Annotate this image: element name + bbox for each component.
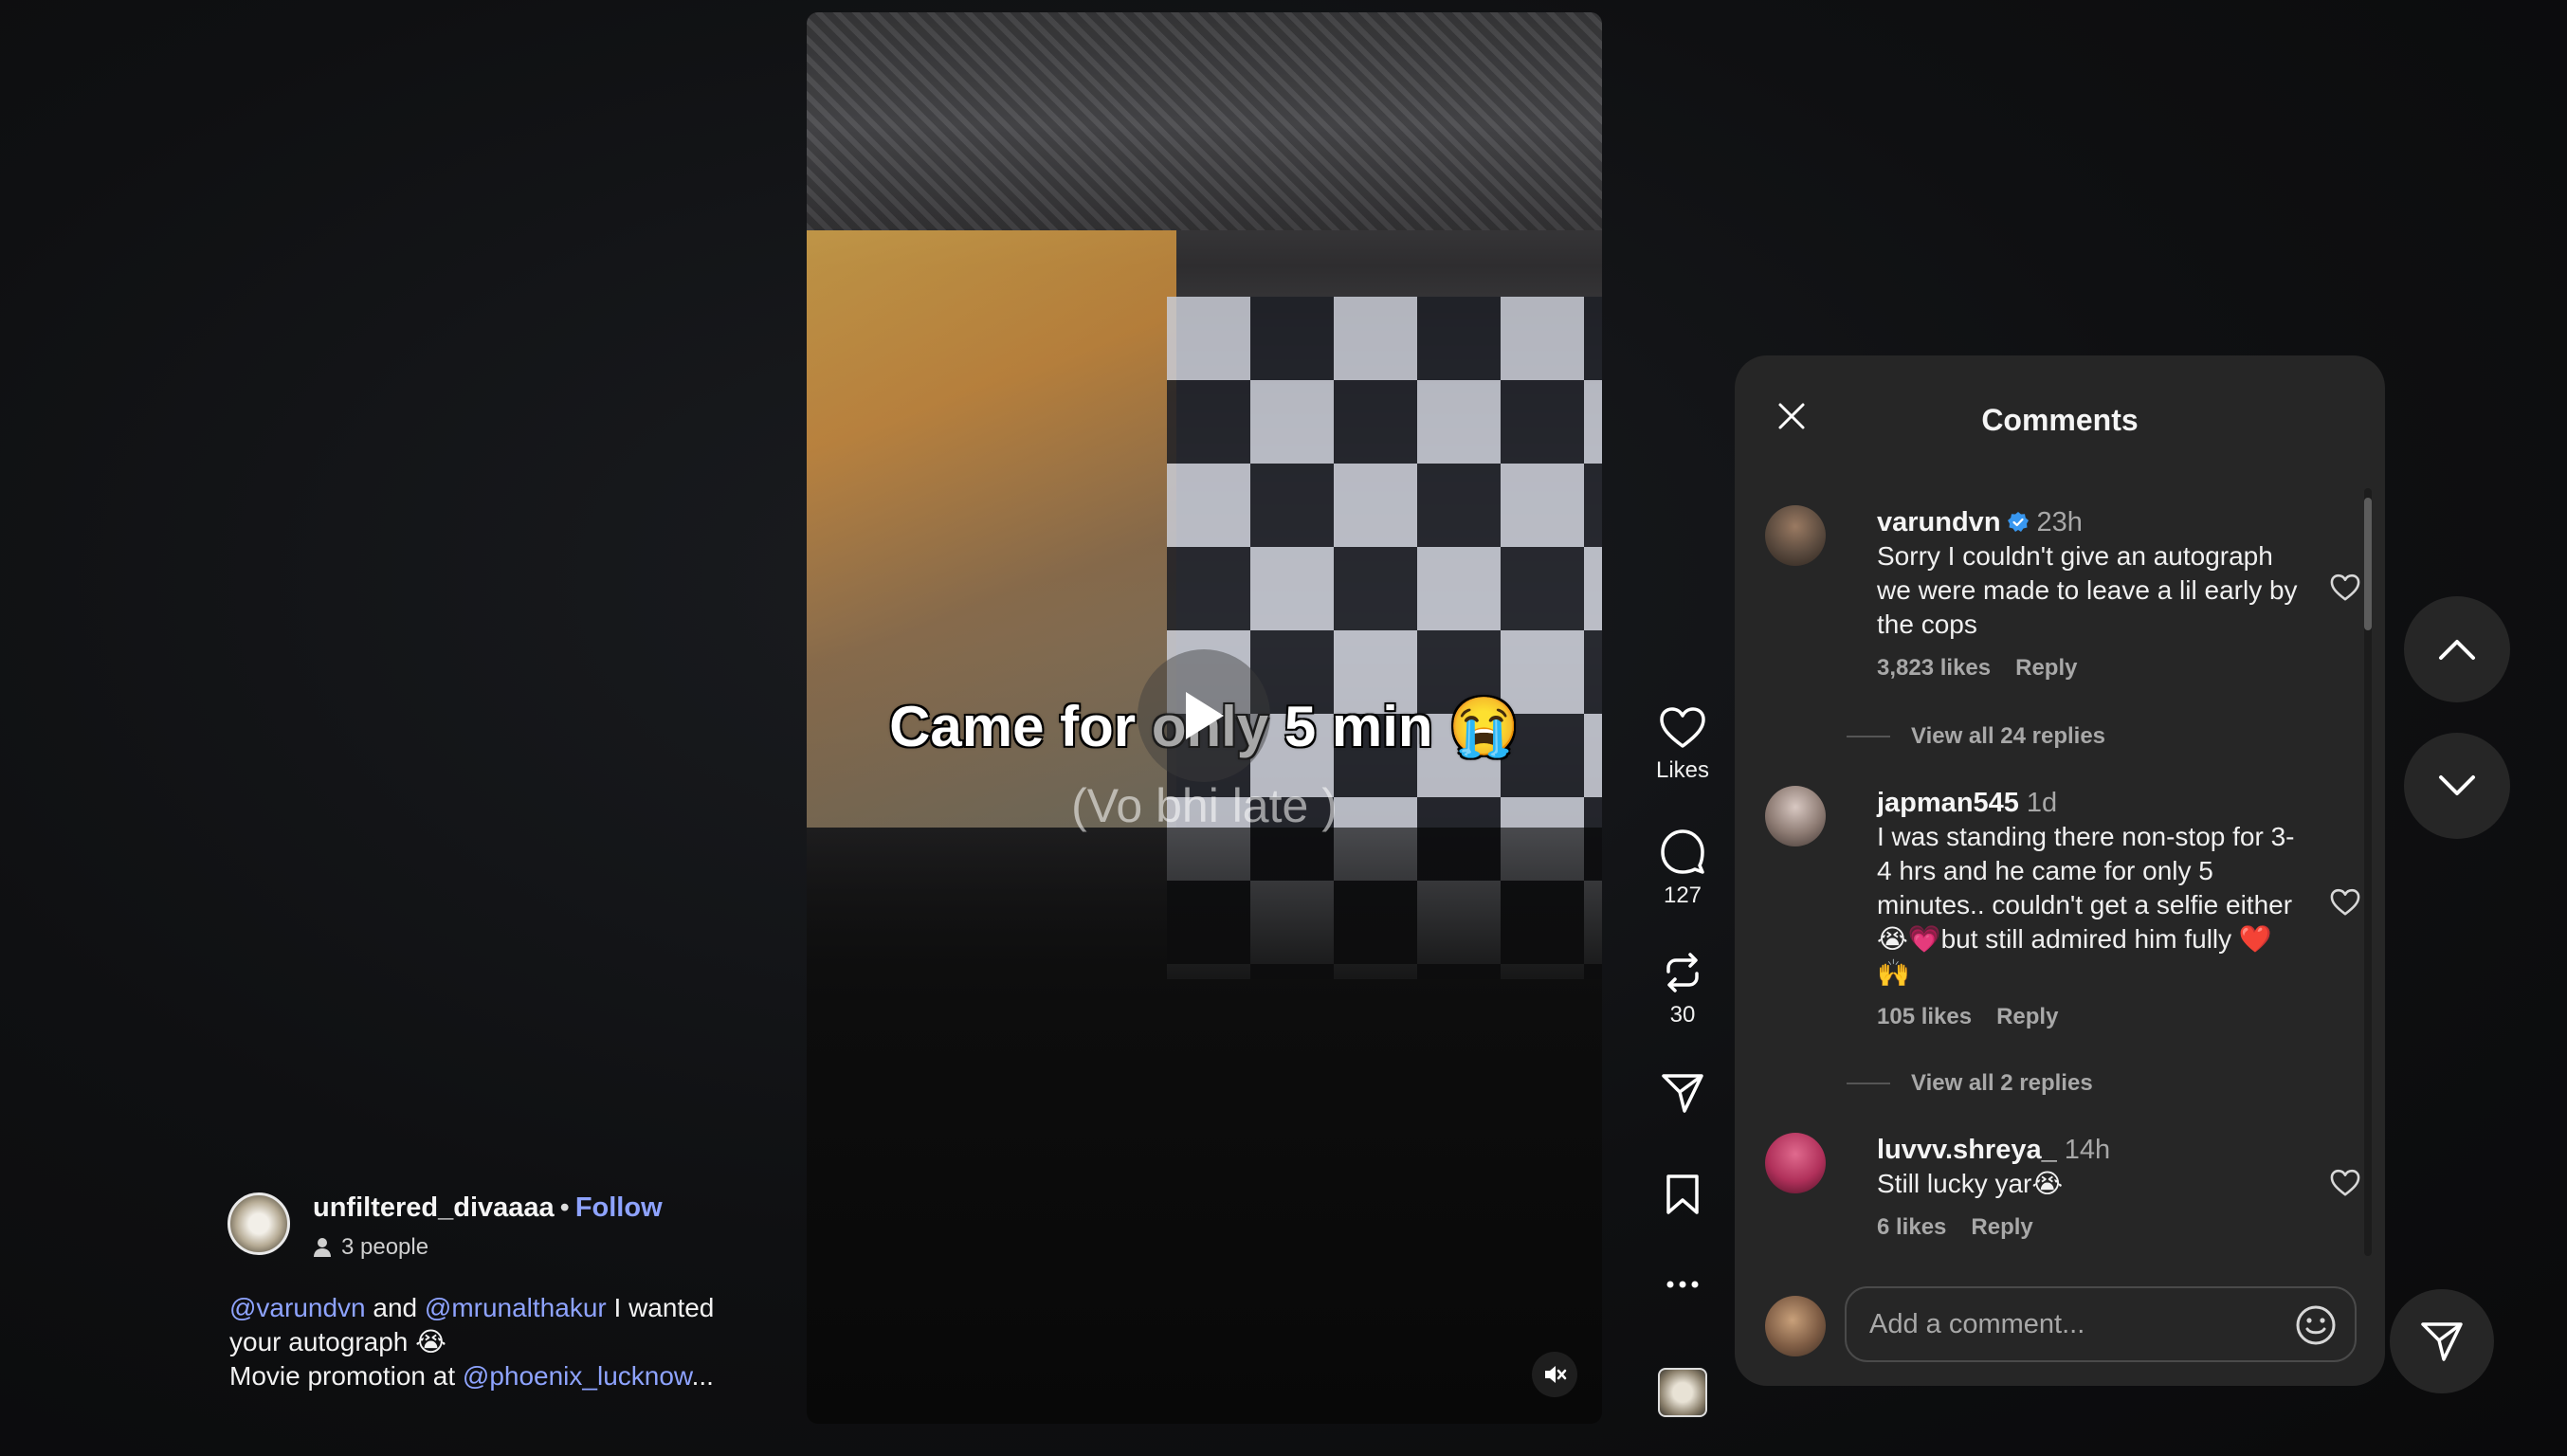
replies-divider — [1847, 1083, 1890, 1084]
comment-likes[interactable]: 6 likes — [1877, 1214, 1946, 1240]
comment-avatar[interactable] — [1765, 505, 1826, 566]
messages-button[interactable] — [2390, 1289, 2494, 1393]
author-username[interactable]: unfiltered_divaaaa — [313, 1192, 555, 1223]
reply-button[interactable]: Reply — [2015, 655, 2077, 681]
muted-speaker-icon — [1545, 1366, 1567, 1383]
mention-link[interactable]: @phoenix_lucknow — [463, 1361, 692, 1391]
view-replies-button[interactable]: View all 24 replies — [1847, 723, 2105, 750]
chevron-up-icon — [2439, 640, 2475, 660]
comment-text: Still lucky yar😭 — [1877, 1169, 2064, 1198]
comment-action[interactable]: 127 — [1630, 828, 1735, 909]
add-comment-input[interactable] — [1845, 1286, 2357, 1362]
like-action[interactable]: Likes — [1630, 706, 1735, 784]
follow-button[interactable]: Follow — [575, 1192, 663, 1223]
scrollbar-thumb[interactable] — [2364, 498, 2372, 630]
comments-panel: Comments varundvn 23h Sorry I couldn't g… — [1735, 355, 2385, 1386]
comment-meta: 3,823 likes Reply — [1877, 655, 2303, 682]
tagged-people[interactable]: 3 people — [313, 1234, 428, 1261]
author-name-line: unfiltered_divaaaa • Follow — [313, 1192, 663, 1224]
comment-avatar[interactable] — [1765, 786, 1826, 846]
reposts-count: 30 — [1669, 1002, 1696, 1028]
comment-time: 14h — [2064, 1135, 2111, 1165]
comment-username[interactable]: luvvv.shreya_ — [1877, 1135, 2057, 1165]
play-icon — [1186, 692, 1224, 739]
emoji-icon — [2296, 1305, 2336, 1345]
share-icon — [1662, 1074, 1703, 1113]
comment-time: 1d — [2026, 788, 2058, 818]
play-button[interactable] — [1138, 649, 1270, 782]
comment-meta: 6 likes Reply — [1877, 1214, 2303, 1241]
repost-action[interactable]: 30 — [1630, 951, 1735, 1028]
repost-icon — [1666, 953, 1699, 992]
view-replies-button[interactable]: View all 2 replies — [1847, 1070, 2093, 1097]
author-avatar[interactable] — [228, 1192, 290, 1255]
bookmark-icon — [1666, 1174, 1699, 1214]
previous-reel-button[interactable] — [2404, 596, 2510, 702]
separator-dot: • — [559, 1192, 570, 1223]
comment-like-icon[interactable] — [2330, 888, 2360, 917]
verified-badge-icon — [2007, 512, 2029, 532]
view-replies-label: View all 2 replies — [1911, 1070, 2093, 1096]
comment-text: Sorry I couldn't give an autograph we we… — [1877, 541, 2298, 639]
comment-username[interactable]: varundvn — [1877, 507, 2001, 537]
more-options-button[interactable] — [1630, 1280, 1735, 1289]
comments-title: Comments — [1981, 403, 2139, 437]
tagged-people-label: 3 people — [341, 1234, 429, 1260]
reply-button[interactable]: Reply — [1971, 1214, 2032, 1240]
comment-time: 23h — [2036, 507, 2083, 537]
person-icon — [314, 1238, 331, 1257]
video-stage-area — [807, 828, 1602, 1424]
comment-avatar[interactable] — [1765, 1133, 1826, 1193]
comment-like-icon[interactable] — [2330, 1169, 2360, 1197]
mention-link[interactable]: @varundvn — [229, 1293, 366, 1322]
comment-meta: 105 likes Reply — [1877, 1004, 2303, 1030]
chevron-down-icon — [2439, 775, 2475, 795]
emoji-button[interactable] — [2294, 1303, 2338, 1352]
view-replies-label: View all 24 replies — [1911, 723, 2106, 749]
mention-link[interactable]: @mrunalthakur — [425, 1293, 607, 1322]
heart-icon — [1660, 707, 1705, 748]
comment-text: I was standing there non-stop for 3-4 hr… — [1877, 822, 2295, 988]
comment-likes[interactable]: 105 likes — [1877, 1004, 1972, 1029]
video-crowd-area — [807, 12, 1602, 230]
save-action[interactable] — [1630, 1173, 1735, 1216]
reel-video[interactable]: Came for only 5 min 😭 (Vo bhi late ) — [807, 12, 1602, 1424]
next-reel-button[interactable] — [2404, 733, 2510, 839]
send-icon — [2421, 1322, 2463, 1361]
comment-header: japman545 1d — [1877, 786, 2303, 820]
audio-avatar[interactable] — [1658, 1368, 1707, 1417]
likes-label: Likes — [1655, 757, 1710, 783]
comments-count: 127 — [1663, 883, 1702, 908]
comment-header: luvvv.shreya_ 14h — [1877, 1133, 2303, 1167]
caption-text: and — [365, 1293, 425, 1322]
comment-username[interactable]: japman545 — [1877, 788, 2019, 818]
post-caption: @varundvn and @mrunalthakur I wanted you… — [229, 1291, 760, 1393]
comments-scrollbar[interactable] — [2364, 488, 2372, 1256]
comment-like-icon[interactable] — [2330, 573, 2360, 602]
comment-likes[interactable]: 3,823 likes — [1877, 655, 1991, 681]
mute-button[interactable] — [1532, 1352, 1577, 1397]
more-icon — [1666, 1281, 1699, 1288]
reply-button[interactable]: Reply — [1996, 1004, 2058, 1029]
current-user-avatar — [1765, 1296, 1826, 1356]
comment-icon — [1661, 829, 1704, 874]
replies-divider — [1847, 736, 1890, 737]
caption-text: Movie promotion at — [229, 1361, 463, 1391]
comment-header: varundvn 23h — [1877, 505, 2303, 539]
video-caption-sub: (Vo bhi late ) — [1071, 779, 1338, 832]
add-comment-row — [1765, 1286, 2357, 1362]
caption-ellipsis: ... — [691, 1361, 714, 1391]
share-action[interactable] — [1630, 1071, 1735, 1115]
